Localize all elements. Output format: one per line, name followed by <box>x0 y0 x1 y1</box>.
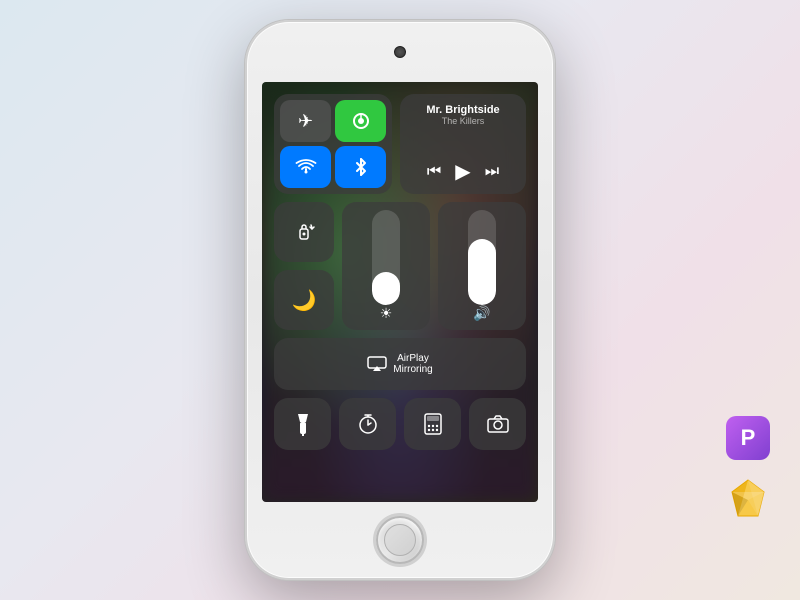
iphone-bottom <box>247 502 553 578</box>
music-info: Mr. Brightside The Killers <box>410 104 516 126</box>
brightness-slider[interactable]: ☀ <box>342 202 430 330</box>
row-3: AirPlay Mirroring <box>274 338 526 390</box>
timer-button[interactable] <box>339 398 396 450</box>
music-player[interactable]: Mr. Brightside The Killers ⏮ ▶ ⏭ <box>400 94 526 194</box>
toggle-group: ✈ <box>274 94 392 194</box>
flashlight-icon <box>295 412 311 436</box>
iphone-top <box>247 22 553 82</box>
prev-button[interactable]: ⏮ <box>427 163 441 181</box>
row2-left: 🌙 <box>274 202 334 330</box>
brand-icons: P <box>726 416 770 520</box>
row2-right: ☀ 🔊 <box>342 202 526 330</box>
row-1: ✈ <box>274 94 526 194</box>
sketch-icon <box>726 476 770 520</box>
iphone-screen: ✈ <box>262 82 538 502</box>
airplay-text: AirPlay Mirroring <box>393 353 432 375</box>
timer-icon <box>357 413 379 435</box>
pixelmator-icon: P <box>726 416 770 460</box>
row-2: 🌙 ☀ 🔊 <box>274 202 526 330</box>
iphone-frame: ✈ <box>245 20 555 580</box>
calculator-icon <box>424 413 442 435</box>
music-artist: The Killers <box>410 116 516 126</box>
music-controls: ⏮ ▶ ⏭ <box>410 159 516 184</box>
brightness-icon: ☀ <box>380 305 393 322</box>
airplay-line1: AirPlay <box>397 353 429 364</box>
music-title: Mr. Brightside <box>410 104 516 116</box>
sketch-logo <box>726 476 770 520</box>
next-button[interactable]: ⏭ <box>485 163 499 181</box>
iphone-camera <box>394 46 406 58</box>
volume-track <box>468 210 496 305</box>
home-button[interactable] <box>376 516 424 564</box>
airplane-mode-button[interactable]: ✈ <box>280 100 331 142</box>
bluetooth-button[interactable] <box>335 146 386 188</box>
row-4 <box>274 398 526 450</box>
volume-slider[interactable]: 🔊 <box>438 202 526 330</box>
brightness-track <box>372 210 400 305</box>
home-button-ring <box>384 524 416 556</box>
hotspot-button[interactable] <box>335 100 386 142</box>
camera-button[interactable] <box>469 398 526 450</box>
camera-icon <box>487 415 509 433</box>
airplay-button[interactable]: AirPlay Mirroring <box>274 338 526 390</box>
airplay-line2: Mirroring <box>393 364 432 375</box>
wifi-button[interactable] <box>280 146 331 188</box>
do-not-disturb-button[interactable]: 🌙 <box>274 270 334 330</box>
orientation-lock-button[interactable] <box>274 202 334 262</box>
airplay-icon <box>367 356 387 372</box>
calculator-button[interactable] <box>404 398 461 450</box>
play-button[interactable]: ▶ <box>455 159 470 184</box>
control-center: ✈ <box>262 82 538 502</box>
brightness-fill <box>372 272 400 305</box>
volume-fill <box>468 239 496 306</box>
volume-icon: 🔊 <box>473 305 490 322</box>
flashlight-button[interactable] <box>274 398 331 450</box>
